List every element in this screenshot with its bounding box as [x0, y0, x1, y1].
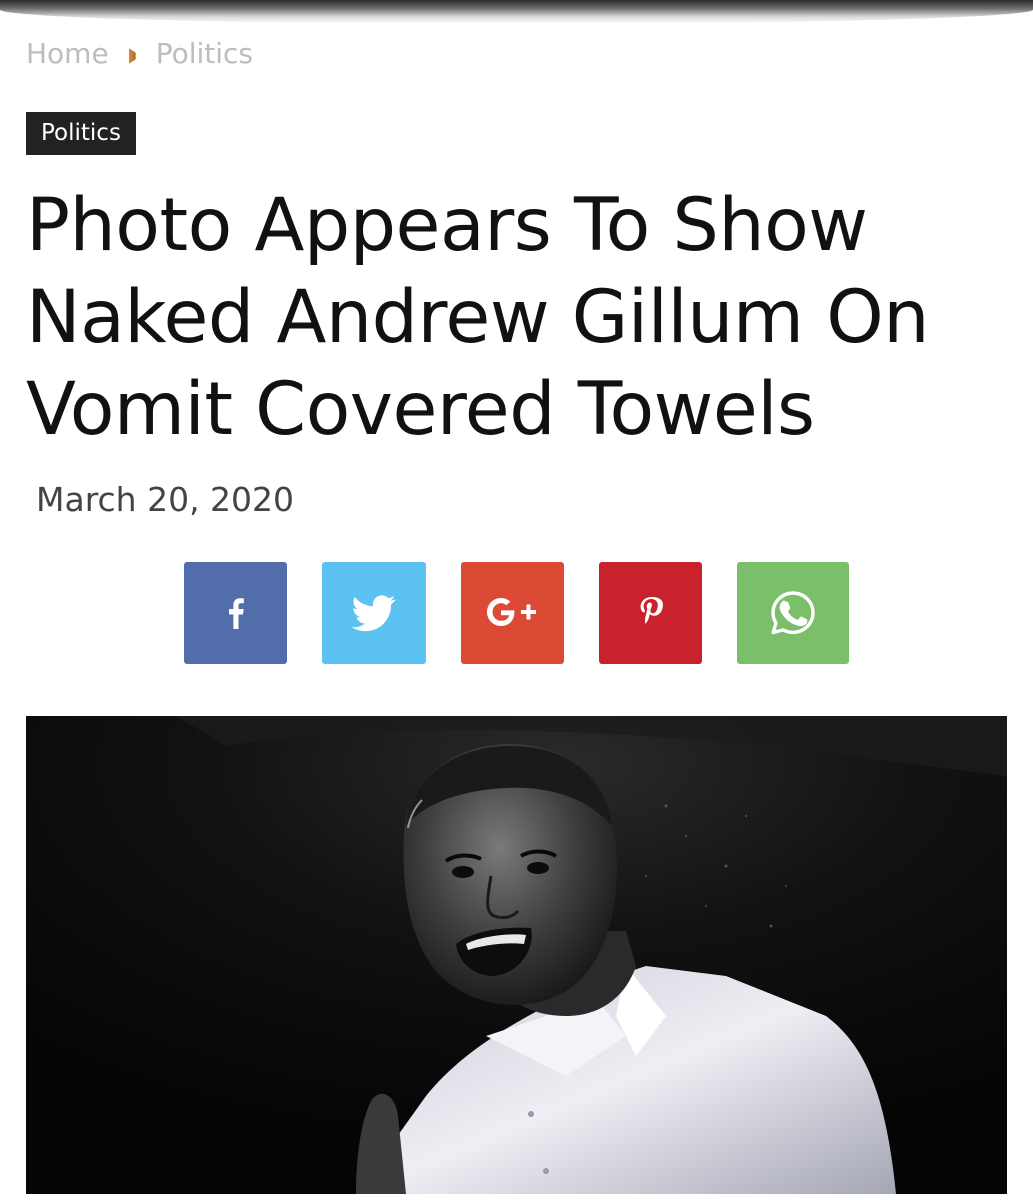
facebook-share-button[interactable]: [184, 562, 287, 664]
category-badge[interactable]: Politics: [26, 112, 136, 155]
article-title: Photo Appears To Show Naked Andrew Gillu…: [26, 183, 929, 452]
article-page: Home Politics Politics Photo Appears To …: [0, 0, 1033, 1200]
google-plus-icon: [486, 598, 536, 626]
article-hero-image: [26, 716, 1007, 1194]
breadcrumb-home-link[interactable]: Home: [26, 37, 109, 70]
whatsapp-share-button[interactable]: [737, 562, 849, 664]
hero-photo: [26, 716, 1007, 1194]
article-date: March 20, 2020: [36, 480, 295, 519]
twitter-share-button[interactable]: [322, 562, 426, 664]
whatsapp-icon: [771, 591, 815, 635]
share-buttons: [0, 562, 1033, 664]
pinterest-icon: [640, 597, 663, 624]
header-shadow: [0, 0, 1033, 24]
twitter-icon: [352, 595, 396, 632]
pinterest-share-button[interactable]: [599, 562, 702, 664]
breadcrumb: Home Politics: [26, 34, 253, 72]
breadcrumb-category-link[interactable]: Politics: [156, 37, 253, 70]
google-plus-share-button[interactable]: [461, 562, 564, 664]
facebook-icon: [228, 598, 244, 629]
breadcrumb-separator-icon: [128, 48, 136, 64]
